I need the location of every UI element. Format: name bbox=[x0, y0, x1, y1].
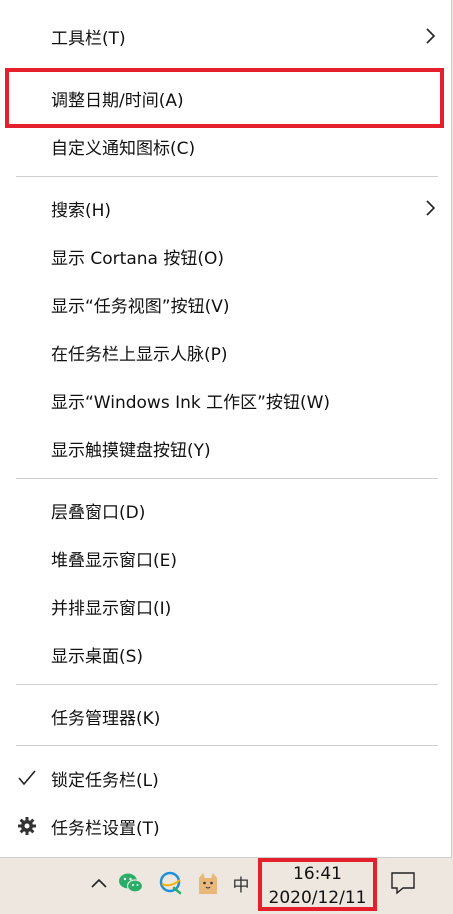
ime-label: 中 bbox=[232, 875, 250, 896]
menu-item-show-windows-ink-button[interactable]: 显示“Windows Ink 工作区”按钮(W) bbox=[0, 376, 451, 424]
checkmark-icon bbox=[18, 770, 36, 786]
menu-item-search[interactable]: 搜索(H) bbox=[0, 184, 451, 232]
taskbar-context-menu: 工具栏(T) 调整日期/时间(A) 自定义通知图标(C) 搜索(H) 显示 Co… bbox=[0, 0, 452, 858]
chevron-right-icon bbox=[426, 28, 436, 44]
menu-item-label: 锁定任务栏(L) bbox=[51, 770, 159, 791]
menu-item-label: 显示“任务视图”按钮(V) bbox=[51, 296, 230, 317]
ime-icon[interactable]: 中 bbox=[228, 868, 254, 898]
show-hidden-icons-button[interactable] bbox=[86, 868, 112, 898]
menu-separator bbox=[16, 478, 438, 479]
chevron-right-icon bbox=[426, 200, 436, 216]
menu-item-customize-notification-icons[interactable]: 自定义通知图标(C) bbox=[0, 122, 451, 170]
cat-app-icon bbox=[199, 873, 217, 894]
action-center-button[interactable] bbox=[390, 868, 416, 898]
clock-date: 2020/12/11 bbox=[268, 888, 367, 908]
menu-item-label: 搜索(H) bbox=[51, 200, 112, 221]
menu-item-cascade-windows[interactable]: 层叠窗口(D) bbox=[0, 486, 451, 534]
cat-app-tray-button[interactable] bbox=[195, 868, 221, 898]
menu-item-label: 层叠窗口(D) bbox=[51, 502, 146, 523]
menu-item-task-manager[interactable]: 任务管理器(K) bbox=[0, 692, 451, 740]
menu-item-label: 显示 Cortana 按钮(O) bbox=[51, 248, 224, 269]
menu-item-stack-windows[interactable]: 堆叠显示窗口(E) bbox=[0, 534, 451, 582]
menu-item-label: 堆叠显示窗口(E) bbox=[51, 550, 178, 571]
notification-icon bbox=[391, 872, 415, 895]
menu-separator bbox=[16, 684, 438, 685]
clock-time: 16:41 bbox=[293, 864, 342, 884]
taskbar: 中 16:41 2020/12/11 bbox=[0, 858, 453, 914]
menu-item-show-desktop[interactable]: 显示桌面(S) bbox=[0, 630, 451, 678]
menu-item-show-touch-keyboard-button[interactable]: 显示触摸键盘按钮(Y) bbox=[0, 424, 451, 472]
qq-browser-icon bbox=[159, 871, 182, 895]
taskbar-clock[interactable]: 16:41 2020/12/11 bbox=[258, 858, 377, 911]
menu-item-label: 任务栏设置(T) bbox=[51, 818, 160, 839]
menu-item-label: 任务管理器(K) bbox=[51, 708, 161, 729]
chevron-up-icon bbox=[91, 878, 107, 888]
menu-item-lock-taskbar[interactable]: 锁定任务栏(L) bbox=[0, 754, 451, 802]
menu-item-label: 显示“Windows Ink 工作区”按钮(W) bbox=[51, 392, 331, 413]
menu-separator bbox=[16, 176, 438, 177]
menu-item-label: 工具栏(T) bbox=[51, 28, 126, 49]
highlight-box-adjust-date-time bbox=[5, 68, 444, 128]
menu-item-label: 在任务栏上显示人脉(P) bbox=[51, 344, 228, 365]
menu-item-label: 自定义通知图标(C) bbox=[51, 138, 196, 159]
wechat-tray-button[interactable] bbox=[118, 868, 144, 898]
menu-item-label: 显示触摸键盘按钮(Y) bbox=[51, 440, 211, 461]
menu-item-show-people[interactable]: 在任务栏上显示人脉(P) bbox=[0, 328, 451, 376]
menu-separator bbox=[16, 745, 438, 746]
qq-browser-tray-button[interactable] bbox=[158, 868, 184, 898]
menu-item-show-cortana-button[interactable]: 显示 Cortana 按钮(O) bbox=[0, 232, 451, 280]
menu-item-side-by-side-windows[interactable]: 并排显示窗口(I) bbox=[0, 582, 451, 630]
menu-item-toolbars[interactable]: 工具栏(T) bbox=[0, 12, 451, 60]
gear-icon bbox=[18, 817, 36, 835]
menu-item-taskbar-settings[interactable]: 任务栏设置(T) bbox=[0, 802, 451, 850]
menu-item-show-task-view-button[interactable]: 显示“任务视图”按钮(V) bbox=[0, 280, 451, 328]
menu-item-label: 并排显示窗口(I) bbox=[51, 598, 172, 619]
wechat-icon bbox=[119, 873, 144, 893]
menu-item-label: 显示桌面(S) bbox=[51, 646, 144, 667]
